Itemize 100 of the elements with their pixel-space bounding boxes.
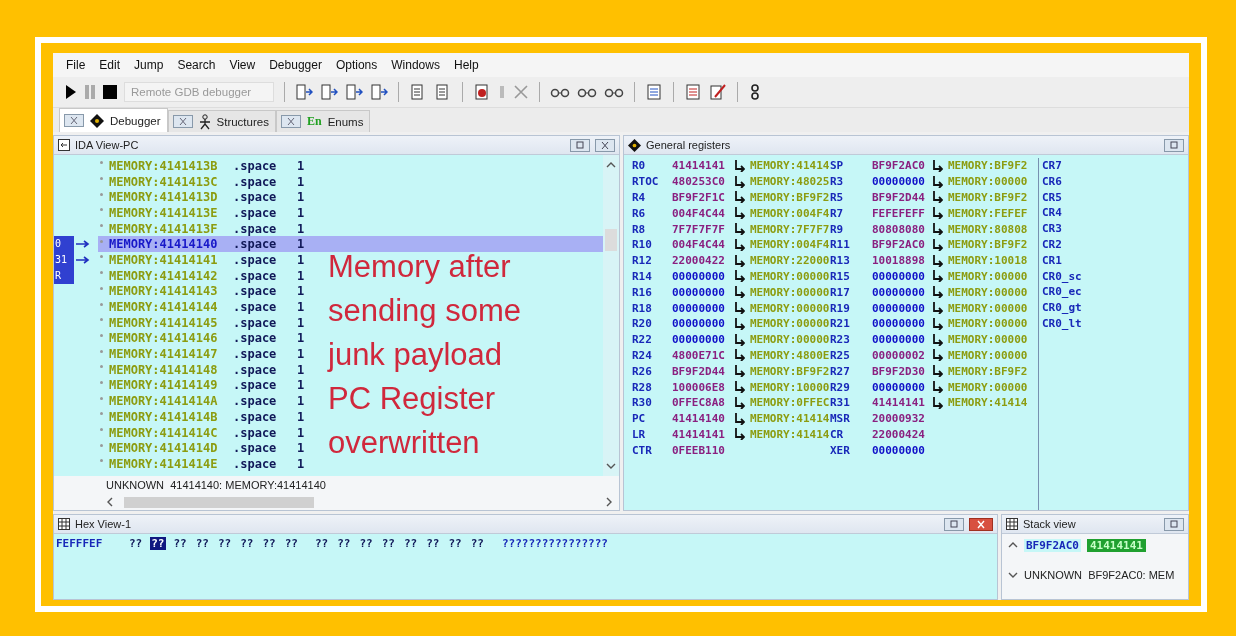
register-value[interactable]: 100006E8 <box>672 380 734 394</box>
register-value[interactable]: 00000000 <box>672 285 734 299</box>
register-name: R0 <box>632 159 647 173</box>
register-value[interactable]: 7F7F7F7F <box>672 222 734 236</box>
hex-byte[interactable]: ?? <box>217 537 233 550</box>
scroll-left-icon[interactable] <box>106 497 114 507</box>
menu-item[interactable]: Help <box>446 58 486 72</box>
register-value[interactable]: 41414141 <box>672 159 734 173</box>
menu-item[interactable]: Windows <box>384 58 447 72</box>
menu-item[interactable]: View <box>222 58 263 72</box>
menu-item[interactable]: Options <box>328 58 385 72</box>
scroll-thumb[interactable] <box>124 496 314 508</box>
hex-byte[interactable]: ?? <box>239 537 255 550</box>
restore-icon[interactable] <box>1164 138 1184 152</box>
hex-byte[interactable]: ?? <box>425 537 441 550</box>
register-value[interactable]: 00000000 <box>872 269 932 283</box>
register-value[interactable]: 00000002 <box>872 348 932 362</box>
restore-icon[interactable] <box>570 138 590 152</box>
register-value[interactable]: BF9F2F1C <box>672 191 734 204</box>
register-value[interactable]: 0FFEC8A8 <box>672 396 734 410</box>
scroll-up-icon[interactable] <box>1008 541 1018 549</box>
register-value[interactable]: 41414141 <box>672 427 734 441</box>
tab[interactable]: Debugger <box>59 108 168 132</box>
step-icon[interactable] <box>295 83 313 101</box>
link-icon[interactable] <box>748 83 762 101</box>
register-value[interactable]: BF9F2AC0 <box>872 159 932 173</box>
menu-item[interactable]: Debugger <box>262 58 329 72</box>
register-value[interactable]: 00000000 <box>672 301 734 315</box>
register-value[interactable]: 004F4C44 <box>672 206 734 220</box>
stack-address[interactable]: BF9F2AC0 <box>1024 538 1081 552</box>
register-value[interactable]: 00000000 <box>872 175 932 189</box>
hex-byte[interactable]: ?? <box>150 537 166 550</box>
hex-byte[interactable]: ?? <box>261 537 277 550</box>
pointer-arrow-icon <box>932 175 943 188</box>
hex-byte[interactable]: ?? <box>194 537 210 550</box>
pointer-arrow-icon <box>932 381 943 394</box>
breakpoint-icon[interactable] <box>473 83 491 101</box>
register-value[interactable]: 00000000 <box>672 269 734 283</box>
register-value[interactable]: 80808080 <box>872 222 932 236</box>
flag-name: CR5 <box>1042 189 1063 206</box>
scroll-down-icon[interactable] <box>606 462 616 470</box>
menu-item[interactable]: Search <box>170 58 223 72</box>
register-value[interactable]: 00000000 <box>872 285 932 299</box>
hex-byte[interactable]: ?? <box>358 537 374 550</box>
register-value[interactable]: 00000000 <box>872 317 932 331</box>
tab-close-icon[interactable] <box>64 114 84 127</box>
register-value[interactable]: 480253C0 <box>672 175 734 189</box>
scroll-thumb[interactable] <box>605 229 617 251</box>
hex-byte[interactable]: ?? <box>447 537 463 550</box>
tab[interactable]: En Enums <box>275 110 371 132</box>
register-value[interactable]: 20000932 <box>872 412 932 426</box>
step-icon[interactable] <box>370 83 388 101</box>
register-value[interactable]: 22000422 <box>672 254 734 268</box>
register-value[interactable]: 4800E71C <box>672 348 734 362</box>
register-value[interactable]: 004F4C44 <box>672 238 734 252</box>
hex-byte[interactable]: ?? <box>314 537 330 550</box>
list-icon[interactable] <box>645 83 663 101</box>
hex-byte[interactable]: ?? <box>336 537 352 550</box>
register-value[interactable]: 22000424 <box>872 427 932 441</box>
hex-byte[interactable]: ?? <box>380 537 396 550</box>
step-icon[interactable] <box>320 83 338 101</box>
register-value[interactable]: 00000000 <box>872 301 932 315</box>
list-icon[interactable] <box>684 83 702 101</box>
register-value[interactable]: BF9F2AC0 <box>872 238 932 252</box>
hex-byte[interactable]: ?? <box>128 537 144 550</box>
scroll-down-icon[interactable] <box>1008 571 1018 579</box>
tab-close-icon[interactable] <box>172 115 193 128</box>
ascii-text: ???????????????? <box>502 537 608 550</box>
scroll-up-icon[interactable] <box>606 161 616 169</box>
register-value[interactable]: BF9F2D30 <box>872 364 932 378</box>
hex-byte[interactable]: ?? <box>469 537 485 550</box>
hex-byte[interactable]: ?? <box>403 537 419 550</box>
hex-byte[interactable]: ?? <box>283 537 299 550</box>
close-icon[interactable] <box>969 517 993 531</box>
play-icon[interactable] <box>65 84 77 100</box>
scroll-right-icon[interactable] <box>605 497 613 507</box>
tab[interactable]: Structures <box>167 110 276 132</box>
hex-byte[interactable]: ?? <box>172 537 188 550</box>
tab-close-icon[interactable] <box>280 115 301 128</box>
register-value[interactable]: 10018898 <box>872 254 932 268</box>
register-value[interactable]: 00000000 <box>872 443 932 457</box>
register-value[interactable]: BF9F2D44 <box>872 191 932 204</box>
register-value[interactable]: 00000000 <box>872 333 932 347</box>
restore-icon[interactable] <box>1164 517 1184 531</box>
register-value[interactable]: BF9F2D44 <box>672 364 734 378</box>
register-value[interactable]: 41414141 <box>872 396 932 410</box>
close-icon[interactable] <box>595 138 615 152</box>
register-value[interactable]: FEFEFEFF <box>872 206 932 220</box>
restore-icon[interactable] <box>944 517 964 531</box>
step-icon[interactable] <box>345 83 363 101</box>
menu-item[interactable]: File <box>59 58 93 72</box>
vertical-scrollbar[interactable] <box>603 155 619 476</box>
register-value[interactable]: 0FEEB110 <box>672 443 734 457</box>
menu-item[interactable]: Edit <box>92 58 128 72</box>
register-value[interactable]: 00000000 <box>872 380 932 394</box>
register-value[interactable]: 00000000 <box>672 333 734 347</box>
register-value[interactable]: 41414140 <box>672 412 734 426</box>
menu-item[interactable]: Jump <box>127 58 171 72</box>
register-value[interactable]: 00000000 <box>672 317 734 331</box>
chart-icon[interactable] <box>709 83 727 101</box>
